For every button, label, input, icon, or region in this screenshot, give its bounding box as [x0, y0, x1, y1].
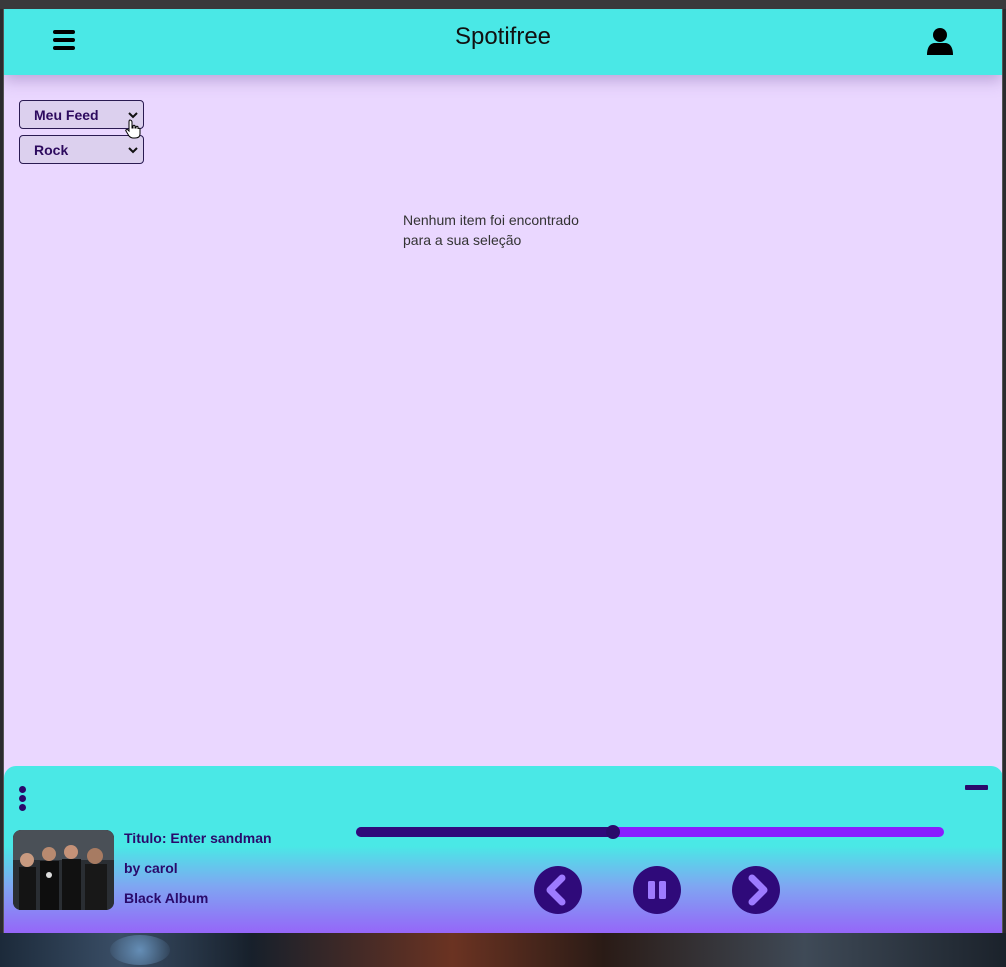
empty-message-line-1: Nenhum item foi encontrado	[403, 212, 579, 228]
chevron-right-icon	[748, 874, 768, 906]
progress-bar[interactable]	[356, 825, 944, 839]
progress-fill	[356, 827, 613, 837]
pause-button[interactable]	[633, 866, 681, 914]
album-cover-image	[13, 830, 114, 910]
app-window: Spotifree Meu Feed Rock Nenhum item foi …	[3, 9, 1003, 933]
chevron-down-icon	[128, 147, 138, 154]
track-artist: by carol	[124, 860, 178, 876]
progress-thumb[interactable]	[605, 825, 620, 839]
track-album: Black Album	[124, 890, 209, 906]
genre-select-value: Rock	[34, 141, 69, 158]
empty-state-message: Nenhum item foi encontrado para a sua se…	[403, 210, 603, 250]
minus-icon[interactable]	[965, 785, 988, 790]
app-title: Spotifree	[454, 23, 552, 50]
track-title: Titulo: Enter sandman	[124, 830, 272, 846]
chevron-left-icon	[546, 874, 566, 906]
desktop-wallpaper-strip	[0, 933, 1006, 967]
feed-select-value: Meu Feed	[34, 106, 99, 123]
empty-message-line-2: para a sua seleção	[403, 232, 522, 248]
genre-select[interactable]: Rock	[19, 135, 144, 164]
music-player-bar: Titulo: Enter sandman by carol Black Alb…	[4, 766, 1002, 933]
hand-cursor-icon	[125, 119, 141, 139]
app-header: Spotifree	[4, 9, 1002, 75]
pause-icon	[648, 881, 666, 899]
browser-top-strip	[0, 0, 1006, 9]
previous-track-button[interactable]	[534, 866, 582, 914]
user-profile-icon[interactable]	[926, 27, 954, 55]
next-track-button[interactable]	[732, 866, 780, 914]
vertical-dots-icon[interactable]	[19, 786, 27, 812]
